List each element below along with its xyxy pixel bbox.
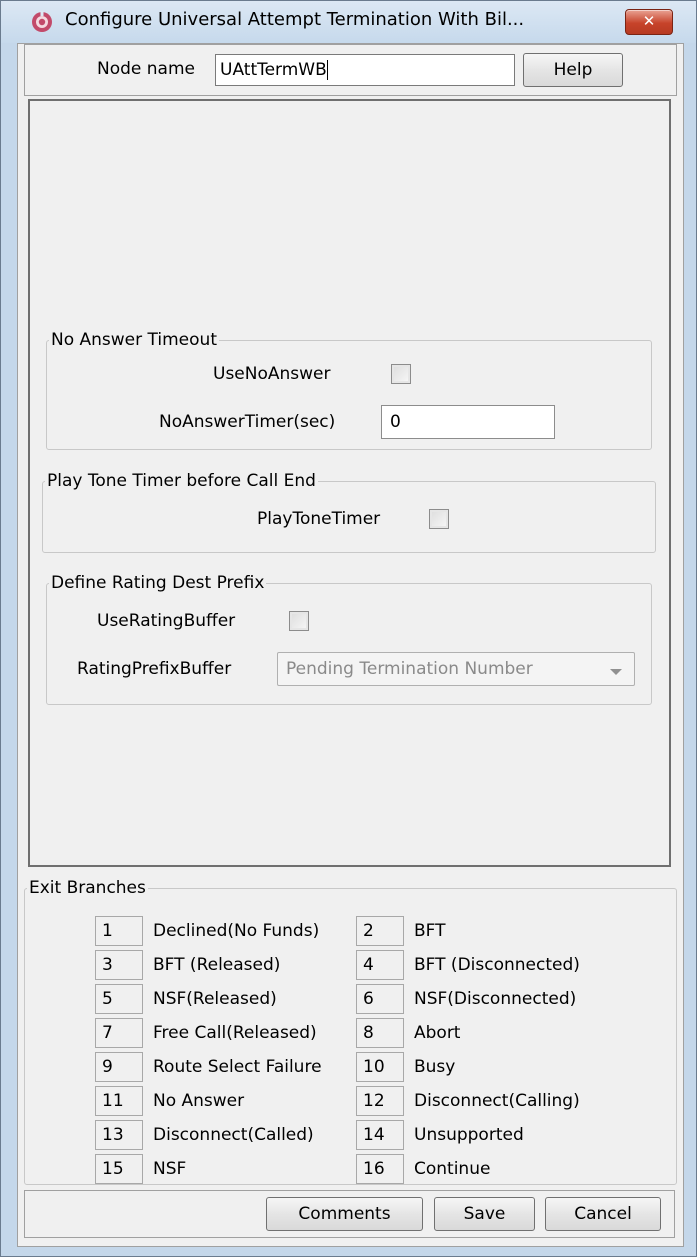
exit-description: NSF(Disconnected) [414,989,577,1009]
rating-prefix-buffer-label: RatingPrefixBuffer [77,659,232,679]
use-no-answer-checkbox[interactable] [391,364,411,384]
comments-button[interactable]: Comments [266,1197,423,1231]
exit-branches-legend: Exit Branches [29,878,146,898]
no-answer-timer-label: NoAnswerTimer(sec) [159,412,336,432]
window-title: Configure Universal Attempt Termination … [65,9,525,30]
exit-branches-table: 1 Declined(No Funds) 2 BFT 3 BFT (Released) 4 B… [95,912,580,1188]
exit-number: 16 [356,1154,404,1184]
exit-description: BFT [414,921,446,941]
no-answer-timeout-group: No Answer Timeout UseNoAnswer NoAnswerTi… [46,330,652,450]
node-name-value: UAttTermWB [220,60,327,80]
exit-description: NSF(Released) [153,989,277,1009]
exit-number: 8 [356,1018,404,1048]
play-tone-timer-label: PlayToneTimer [257,509,381,529]
rating-prefix-buffer-dropdown[interactable]: Pending Termination Number [277,652,635,686]
exit-branches-group: Exit Branches 1 Declined(No Funds) 2 BFT 3 BF… [24,878,677,1185]
exit-description: Disconnect(Called) [153,1125,314,1145]
node-name-input[interactable]: UAttTermWB [215,54,515,86]
exit-number: 14 [356,1120,404,1150]
exit-number: 11 [95,1086,143,1116]
save-button[interactable]: Save [434,1197,535,1231]
use-no-answer-label: UseNoAnswer [213,364,331,384]
exit-description: Declined(No Funds) [153,921,320,941]
play-tone-timer-legend: Play Tone Timer before Call End [47,471,316,491]
table-row: 1 Declined(No Funds) 2 BFT [95,916,580,946]
exit-number: 10 [356,1052,404,1082]
exit-description: Continue [414,1159,491,1179]
exit-description: No Answer [153,1091,245,1111]
table-row: 7 Free Call(Released) 8 Abort [95,1018,580,1048]
exit-number: 15 [95,1154,143,1184]
no-answer-timer-input[interactable]: 0 [381,405,555,439]
play-tone-timer-group: Play Tone Timer before Call End PlayTone… [42,471,656,553]
node-name-label: Node name [97,59,195,79]
node-name-row: Node name UAttTermWB Help [24,44,677,96]
rating-prefix-buffer-value: Pending Termination Number [286,659,533,679]
table-row: 9 Route Select Failure 10 Busy [95,1052,580,1082]
use-rating-buffer-label: UseRatingBuffer [97,611,236,631]
exit-number: 9 [95,1052,143,1082]
dialog-window: Configure Universal Attempt Termination … [0,0,697,1257]
exit-description: Disconnect(Calling) [414,1091,580,1111]
exit-number: 3 [95,950,143,980]
table-row: 11 No Answer 12 Disconnect(Calling) [95,1086,580,1116]
exit-number: 6 [356,984,404,1014]
dialog-content: Node name UAttTermWB Help No Answer Time… [17,43,684,1247]
exit-description: BFT (Released) [153,955,281,975]
exit-description: Unsupported [414,1125,524,1145]
exit-number: 5 [95,984,143,1014]
close-button[interactable]: ✕ [625,9,673,35]
exit-description: Abort [414,1023,461,1043]
app-logo-icon [32,11,52,32]
exit-number: 13 [95,1120,143,1150]
config-panel: No Answer Timeout UseNoAnswer NoAnswerTi… [28,99,671,867]
exit-number: 2 [356,916,404,946]
chevron-down-icon [610,669,622,675]
rating-dest-prefix-legend: Define Rating Dest Prefix [51,573,265,593]
table-row: 3 BFT (Released) 4 BFT (Disconnected) [95,950,580,980]
exit-description: Route Select Failure [153,1057,322,1077]
text-cursor [326,60,328,80]
exit-number: 1 [95,916,143,946]
exit-number: 7 [95,1018,143,1048]
table-row: 15 NSF 16 Continue [95,1154,580,1184]
exit-description: NSF [153,1159,187,1179]
exit-number: 4 [356,950,404,980]
title-bar[interactable]: Configure Universal Attempt Termination … [1,1,696,43]
help-button[interactable]: Help [523,53,623,87]
cancel-button[interactable]: Cancel [545,1197,661,1231]
use-rating-buffer-checkbox[interactable] [289,611,309,631]
no-answer-timeout-legend: No Answer Timeout [51,330,217,350]
play-tone-timer-checkbox[interactable] [429,509,449,529]
table-row: 13 Disconnect(Called) 14 Unsupported [95,1120,580,1150]
rating-dest-prefix-group: Define Rating Dest Prefix UseRatingBuffe… [46,573,652,705]
button-bar: Comments Save Cancel [24,1190,675,1238]
exit-description: Free Call(Released) [153,1023,317,1043]
exit-number: 12 [356,1086,404,1116]
table-row: 5 NSF(Released) 6 NSF(Disconnected) [95,984,580,1014]
exit-description: Busy [414,1057,456,1077]
exit-description: BFT (Disconnected) [414,955,580,975]
